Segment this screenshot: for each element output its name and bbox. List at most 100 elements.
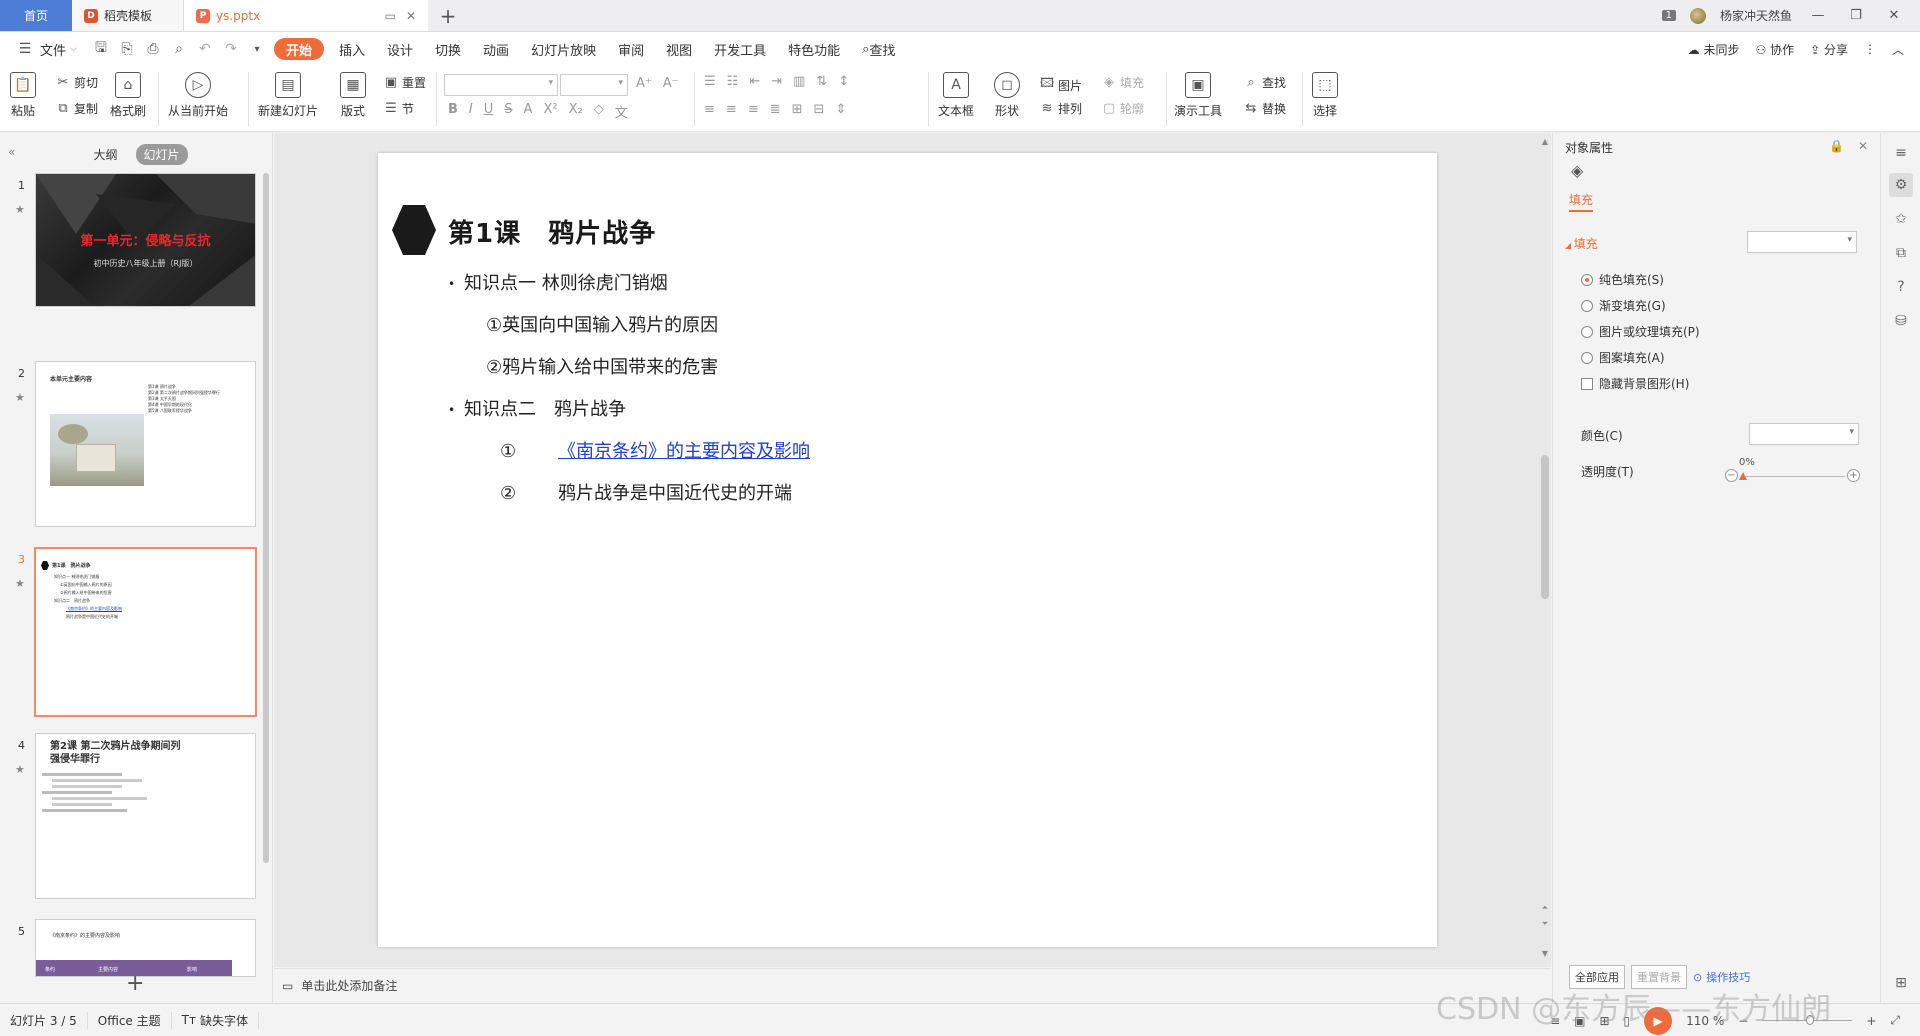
tab-slideshow[interactable]: 幻灯片放映 [520,38,607,60]
slider-knob[interactable] [1739,472,1747,480]
tab-insert[interactable]: 插入 [328,38,376,60]
properties-icon[interactable]: ⚙ [1889,173,1913,197]
section-button[interactable]: ☰ 节 [384,100,414,117]
next-slide-icon[interactable]: ⏷ [1540,919,1550,929]
tab-home-ribbon[interactable]: 开始 [273,38,324,60]
underline-icon[interactable]: U [484,102,494,121]
picture-fill-option[interactable]: 图片或纹理填充(P) [1581,323,1700,340]
checkbox[interactable] [1581,377,1593,390]
outline-button[interactable]: ▢ 轮廓 [1102,100,1144,117]
columns-icon[interactable]: ▥ [793,74,805,89]
collapse-ribbon-icon[interactable]: ︿ [1892,41,1904,58]
collaborate-button[interactable]: ⚇ 协作 [1755,41,1794,58]
radio-selected[interactable] [1581,273,1593,286]
sub-line[interactable]: ①英国向中国输入鸦片的原因 [486,311,718,337]
phonetic-icon[interactable]: 文 [615,102,628,121]
align-center-icon[interactable]: ≡ [726,102,737,117]
shape-button[interactable]: ◻ 形状 [994,72,1020,119]
help-icon[interactable]: ? [1889,275,1913,299]
tab-home[interactable]: 首页 [0,0,72,31]
minimize-icon[interactable]: — [1806,8,1830,23]
decrease-indent-icon[interactable]: ⇤ [749,74,760,89]
tab-view[interactable]: 视图 [655,38,703,60]
align-right-icon[interactable]: ≡ [748,102,759,117]
replace-button[interactable]: ⇆ 替换 [1244,100,1286,117]
tab-fill[interactable]: 填充 [1569,191,1594,212]
justify-icon[interactable]: ≣ [770,102,781,117]
animation-icon[interactable]: ✩ [1889,207,1913,231]
scrollbar-thumb[interactable] [1541,455,1549,599]
tab-slides[interactable]: 幻灯片 [135,143,188,165]
solid-fill-option[interactable]: 纯色填充(S) [1581,271,1664,288]
prev-slide-icon[interactable]: ⏶ [1540,903,1550,913]
bullet-line[interactable]: • 知识点一 林则徐虎门销烟 [448,269,668,295]
print-icon[interactable]: ⎙ [140,41,166,57]
layout-button[interactable]: ▦ 版式 [340,72,366,119]
print-preview-icon[interactable]: ⌕ [166,41,192,57]
play-from-current-button[interactable]: ▷ 从当前开始 [168,72,228,119]
paste-button[interactable]: 📋 粘贴 [10,72,36,119]
bullet-line[interactable]: • 知识点二 鸦片战争 [448,395,626,421]
fill-section-header[interactable]: 填充 [1565,235,1598,252]
nanjing-treaty-link[interactable]: 《南京条约》的主要内容及影响 [558,441,810,462]
scroll-down-icon[interactable]: ▼ [1540,949,1550,958]
tab-special-features[interactable]: 特色功能 [777,38,851,60]
zoom-in-icon[interactable]: + [1866,1014,1876,1028]
superscript-icon[interactable]: X² [543,102,557,121]
radio[interactable] [1581,351,1593,364]
fill-button[interactable]: ◈ 填充 [1102,74,1144,91]
tab-outline[interactable]: 大纲 [85,144,125,165]
slide-thumbnail-2[interactable]: 本单元主要内容 第1课 鸦片战争 第2课 第二次鸦片战争期间列强侵华罪行 第3课… [35,361,256,527]
share-button[interactable]: ⇪ 分享 [1810,41,1848,58]
reset-button[interactable]: ▣ 重置 [384,74,426,91]
thumbnail-scrollbar[interactable] [263,173,269,863]
sync-status[interactable]: ☁ 未同步 [1688,41,1740,58]
font-size-dropdown[interactable] [560,74,628,96]
tab-docer-templates[interactable]: D 稻壳模板 [72,0,184,31]
spacing-icon[interactable]: ⇕ [835,102,846,117]
save-icon[interactable]: 🖫 [88,37,114,61]
increase-icon[interactable]: + [1847,469,1860,482]
presenter-tools-button[interactable]: ▣ 演示工具 [1174,72,1222,119]
format-painter-button[interactable]: ⌂ 格式刷 [110,72,146,119]
arrange-button[interactable]: ≋ 排列 [1040,100,1082,117]
undo-icon[interactable]: ↶ [192,41,218,57]
fill-type-dropdown[interactable] [1747,231,1857,253]
slide-thumbnail-1[interactable]: 第一单元：侵略与反抗 初中历史八年级上册（RJ版） [35,173,256,307]
user-name[interactable]: 杨家冲天然鱼 [1720,7,1792,24]
tab-developer[interactable]: 开发工具 [703,38,777,60]
transition-icon[interactable]: ⧉ [1889,241,1913,265]
numbered-line[interactable]: ② 鸦片战争是中国近代史的开端 [500,479,792,505]
vertical-align-icon[interactable]: ⊟ [814,102,825,117]
strikethrough-icon[interactable]: S [504,102,512,121]
numbered-line[interactable]: ① 《南京条约》的主要内容及影响 [500,437,810,463]
tab-animations[interactable]: 动画 [472,38,520,60]
missing-font-button[interactable]: Tт 缺失字体 [172,1011,259,1029]
more-icon[interactable]: ⋮ [1864,42,1876,56]
slide-thumbnail-4[interactable]: 第2课 第二次鸦片战争期间列强侵华罪行 [35,733,256,899]
clear-format-icon[interactable]: ◇ [594,102,604,121]
theme-name[interactable]: Office 主题 [88,1011,172,1029]
close-panel-icon[interactable]: ✕ [1858,139,1868,153]
decrease-icon[interactable]: − [1725,469,1738,482]
italic-icon[interactable]: I [469,102,473,121]
bullets-icon[interactable]: ☰ [704,74,716,89]
select-button[interactable]: ⬚ 选择 [1312,72,1338,119]
tab-design[interactable]: 设计 [376,38,424,60]
new-slide-button[interactable]: ▤ 新建幻灯片 [258,72,318,119]
menu-lines-icon[interactable]: ≡ [1889,141,1913,165]
copy-button[interactable]: ⧉ 复制 [56,100,98,117]
line-spacing-icon[interactable]: ↕ [838,74,849,89]
notes-area[interactable]: ▭ 单击此处添加备注 [274,968,1551,1002]
lock-icon[interactable]: 🔒 [1829,139,1844,153]
add-slide-icon[interactable]: + [126,971,144,996]
fit-window-icon[interactable]: ⤢ [1890,1013,1900,1028]
tab-transitions[interactable]: 切换 [424,38,472,60]
radio[interactable] [1581,325,1593,338]
distribute-icon[interactable]: ⊞ [792,102,803,117]
restore-icon[interactable]: ❐ [1844,8,1868,23]
subscript-icon[interactable]: X₂ [569,102,583,121]
numbering-icon[interactable]: ☷ [727,74,739,89]
scroll-up-icon[interactable]: ▲ [1540,137,1550,146]
color-dropdown[interactable] [1749,423,1859,445]
